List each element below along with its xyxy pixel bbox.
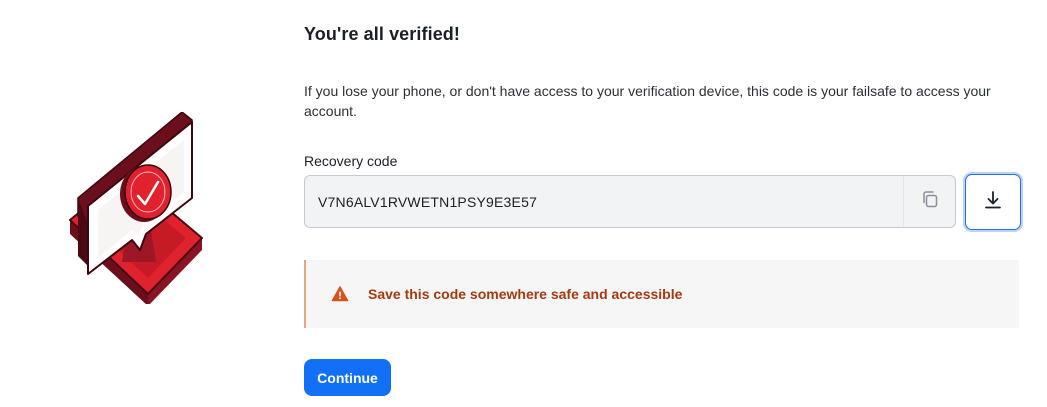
page-title: You're all verified! xyxy=(304,24,460,44)
warning-icon xyxy=(331,285,349,303)
copy-code-button[interactable] xyxy=(903,176,955,227)
verified-device-illustration xyxy=(52,111,212,306)
copy-icon xyxy=(921,190,939,213)
download-icon xyxy=(983,190,1003,215)
recovery-code-label: Recovery code xyxy=(304,153,398,169)
download-code-button[interactable] xyxy=(965,174,1021,230)
recovery-code-field[interactable]: V7N6ALV1RVWETN1PSY9E3E57 xyxy=(304,175,956,228)
recovery-code-page: You're all verified! If you lose your ph… xyxy=(0,0,1047,407)
page-description: If you lose your phone, or don't have ac… xyxy=(304,83,991,119)
continue-button[interactable]: Continue xyxy=(304,359,391,396)
recovery-code-value[interactable]: V7N6ALV1RVWETN1PSY9E3E57 xyxy=(305,194,903,210)
save-code-notice: Save this code somewhere safe and access… xyxy=(304,260,1019,328)
notice-text: Save this code somewhere safe and access… xyxy=(368,286,683,302)
